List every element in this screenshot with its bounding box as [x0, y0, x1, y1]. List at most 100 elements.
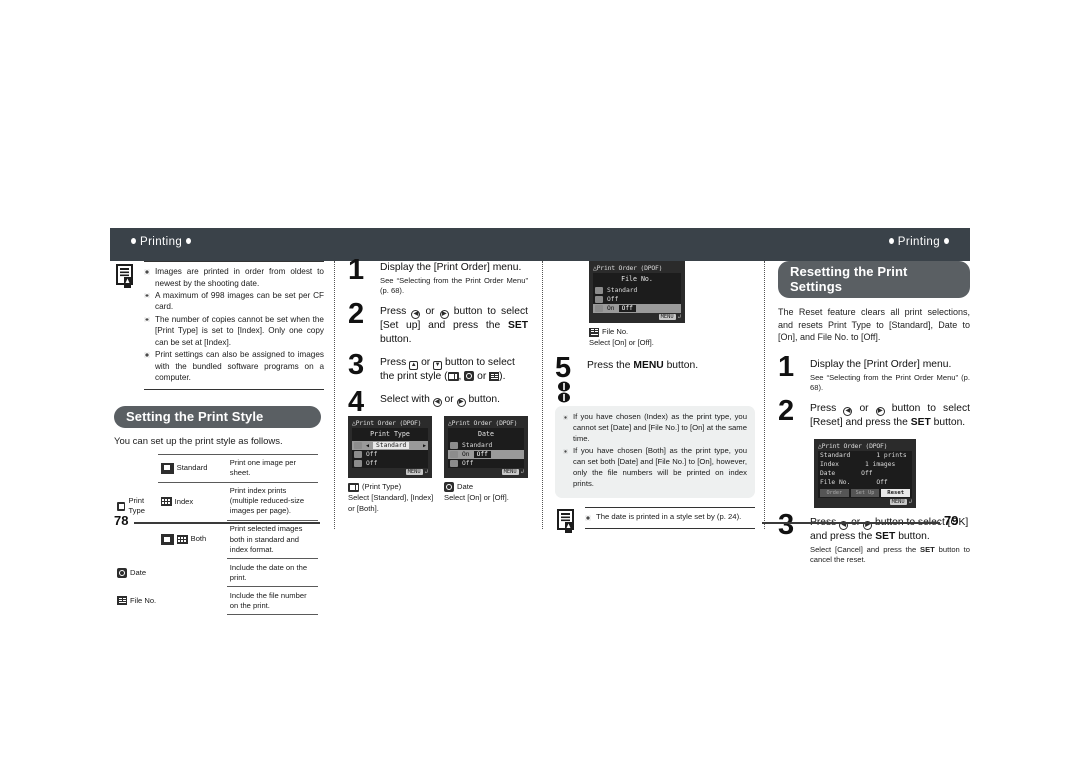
- lcd-row-value: Off: [618, 305, 636, 312]
- lcd-row[interactable]: On Off: [448, 450, 524, 460]
- lcd-row[interactable]: Standard: [448, 441, 524, 450]
- step-subtext: See “Selecting from the Print Order Menu…: [810, 372, 970, 392]
- file-number-icon: [450, 460, 458, 468]
- step-text: Press ◀ or ▶ button to select [Reset] an…: [810, 402, 970, 430]
- lcd-row[interactable]: On Off: [593, 304, 681, 313]
- date-icon: [464, 371, 475, 382]
- step-number: 3: [348, 349, 365, 382]
- list-item: Images are printed in order from oldest …: [144, 266, 324, 289]
- set-button-label: SET: [910, 417, 931, 429]
- lcd-row: Index 1 images: [818, 460, 912, 469]
- lcd-row-value: Standard: [607, 287, 638, 294]
- header-left-label: Printing: [140, 236, 183, 248]
- standard-icon: [160, 534, 174, 545]
- reset-step-2: 2 Press ◀ or ▶ button to select [Reset] …: [778, 397, 970, 430]
- step-text: Select with ◀ or ▶ button.: [380, 393, 528, 408]
- print-type-icon: [595, 287, 603, 294]
- step-text-end: button.: [380, 334, 412, 346]
- lcd-footer: MENU ↲: [445, 468, 527, 477]
- lcd-row[interactable]: Standard: [593, 286, 681, 295]
- set-button-label: SET: [875, 531, 896, 543]
- lcd-row-value: Off: [607, 296, 619, 303]
- list-item: If you have chosen (Index) as the print …: [563, 412, 747, 445]
- lcd-row-value: Off: [366, 460, 378, 468]
- caption-text: Select [Standard], [Index] or [Both].: [348, 493, 434, 513]
- file-number-icon: [354, 460, 362, 468]
- file-number-icon: [489, 372, 500, 382]
- lcd-footer: MENU ↲: [815, 498, 915, 507]
- lcd-button-reset[interactable]: Reset: [881, 489, 911, 498]
- cell-label: Print Type: [128, 496, 145, 516]
- cell-label: Standard: [176, 463, 208, 473]
- spread-body: Images are printed in order from oldest …: [110, 256, 970, 616]
- lcd-button-setup[interactable]: Set Up: [850, 489, 880, 498]
- step-4: 4 Select with ◀ or ▶ button.: [348, 388, 528, 417]
- date-icon: [595, 296, 603, 303]
- lcd-row-label: Index: [820, 461, 839, 469]
- lcd-title: △Print Order (DPOF): [818, 442, 888, 451]
- step-number: 4: [348, 386, 365, 419]
- menu-button-tag[interactable]: MENU: [889, 499, 907, 506]
- lcd-row[interactable]: ◀ Standard ▶: [352, 441, 428, 451]
- lcd-row-value: Off: [366, 451, 378, 459]
- header-right-group: Printing: [885, 236, 953, 248]
- lcd-row: Standard 1 prints: [818, 451, 912, 460]
- lcd-screen-file-no: △Print Order (DPOF) File No. Standard Of…: [589, 261, 685, 323]
- set-button-label: SET: [507, 320, 528, 332]
- divider: [585, 506, 755, 508]
- print-type-icon: [354, 442, 362, 450]
- page-header-band: Printing Printing: [110, 228, 970, 261]
- menu-button-tag[interactable]: MENU: [501, 469, 519, 476]
- right-button-icon: ▶: [456, 398, 466, 408]
- lcd-row[interactable]: Off: [593, 295, 681, 304]
- lcd-row-label: On: [607, 305, 615, 312]
- index-icon: [176, 535, 188, 544]
- date-icon: [450, 451, 458, 459]
- caution-icon: [557, 381, 571, 403]
- lcd-heading: Print Type: [370, 430, 410, 439]
- menu-button-tag[interactable]: MENU: [405, 469, 423, 476]
- back-arrow-icon: ↲: [520, 469, 524, 476]
- lcd-row-label: Standard: [820, 452, 851, 460]
- lcd-row[interactable]: Off: [448, 459, 524, 468]
- lcd-group-date: △Print Order (DPOF) Date Standard On Off: [444, 416, 528, 514]
- notes-list: Images are printed in order from oldest …: [144, 266, 324, 384]
- menu-button-tag[interactable]: MENU: [658, 314, 676, 320]
- print-style-table: Print Type Standard Print one image per …: [114, 453, 318, 616]
- table-cell-option: Index: [158, 482, 227, 520]
- back-arrow-icon: ↲: [908, 499, 912, 506]
- file-number-icon: [117, 596, 127, 606]
- table-cell-option: Standard: [157, 453, 227, 483]
- bullet-dot-icon: [888, 237, 894, 244]
- header-right-label: Printing: [897, 236, 940, 248]
- lcd-row-value: Off: [473, 451, 491, 459]
- footer-rule-left: [134, 522, 320, 524]
- lcd-row-label: File No.: [820, 479, 851, 487]
- lcd-row-label: On: [462, 451, 470, 459]
- cell-label: Date: [130, 567, 147, 577]
- step-text-post: button.: [468, 394, 500, 406]
- lcd-row[interactable]: Off: [352, 459, 428, 468]
- lcd-screen-print-type: △Print Order (DPOF) Print Type ◀ Standar…: [348, 416, 432, 479]
- table-cell-option: Date: [114, 559, 227, 587]
- table-cell-desc: Print index prints (multiple reduced-siz…: [226, 481, 318, 521]
- set-button-label: SET: [920, 544, 935, 554]
- reset-step-1: 1 Display the [Print Order] menu. See “S…: [778, 352, 970, 393]
- bullet-dot-icon: [131, 237, 136, 244]
- lcd-button-order[interactable]: Order: [820, 489, 849, 498]
- step-text: Press ▲ or ▼ button to select the print …: [380, 357, 515, 383]
- lcd-screenshot-pair: △Print Order (DPOF) Print Type ◀ Standar…: [348, 416, 528, 514]
- step-number: 2: [348, 298, 365, 331]
- lcd-heading: File No.: [621, 275, 653, 283]
- step-text: Press ◀ or ▶ button to select [Set up] a…: [380, 305, 528, 347]
- table-row: File No. Include the file number on the …: [114, 586, 318, 616]
- column-divider: [542, 261, 543, 529]
- lcd-row[interactable]: Off: [352, 450, 428, 459]
- table-row: Date Include the date on the print.: [114, 558, 318, 588]
- step-text: Press the MENU button.: [587, 359, 755, 373]
- section-heading-reset: Resetting the Print Settings: [778, 261, 970, 298]
- bullet-dot-icon: [944, 237, 949, 244]
- step-text: Display the [Print Order] menu.: [810, 358, 952, 370]
- list-item: The date is printed in a style set by (p…: [585, 512, 755, 523]
- lcd-title: △Print Order (DPOF): [448, 419, 518, 428]
